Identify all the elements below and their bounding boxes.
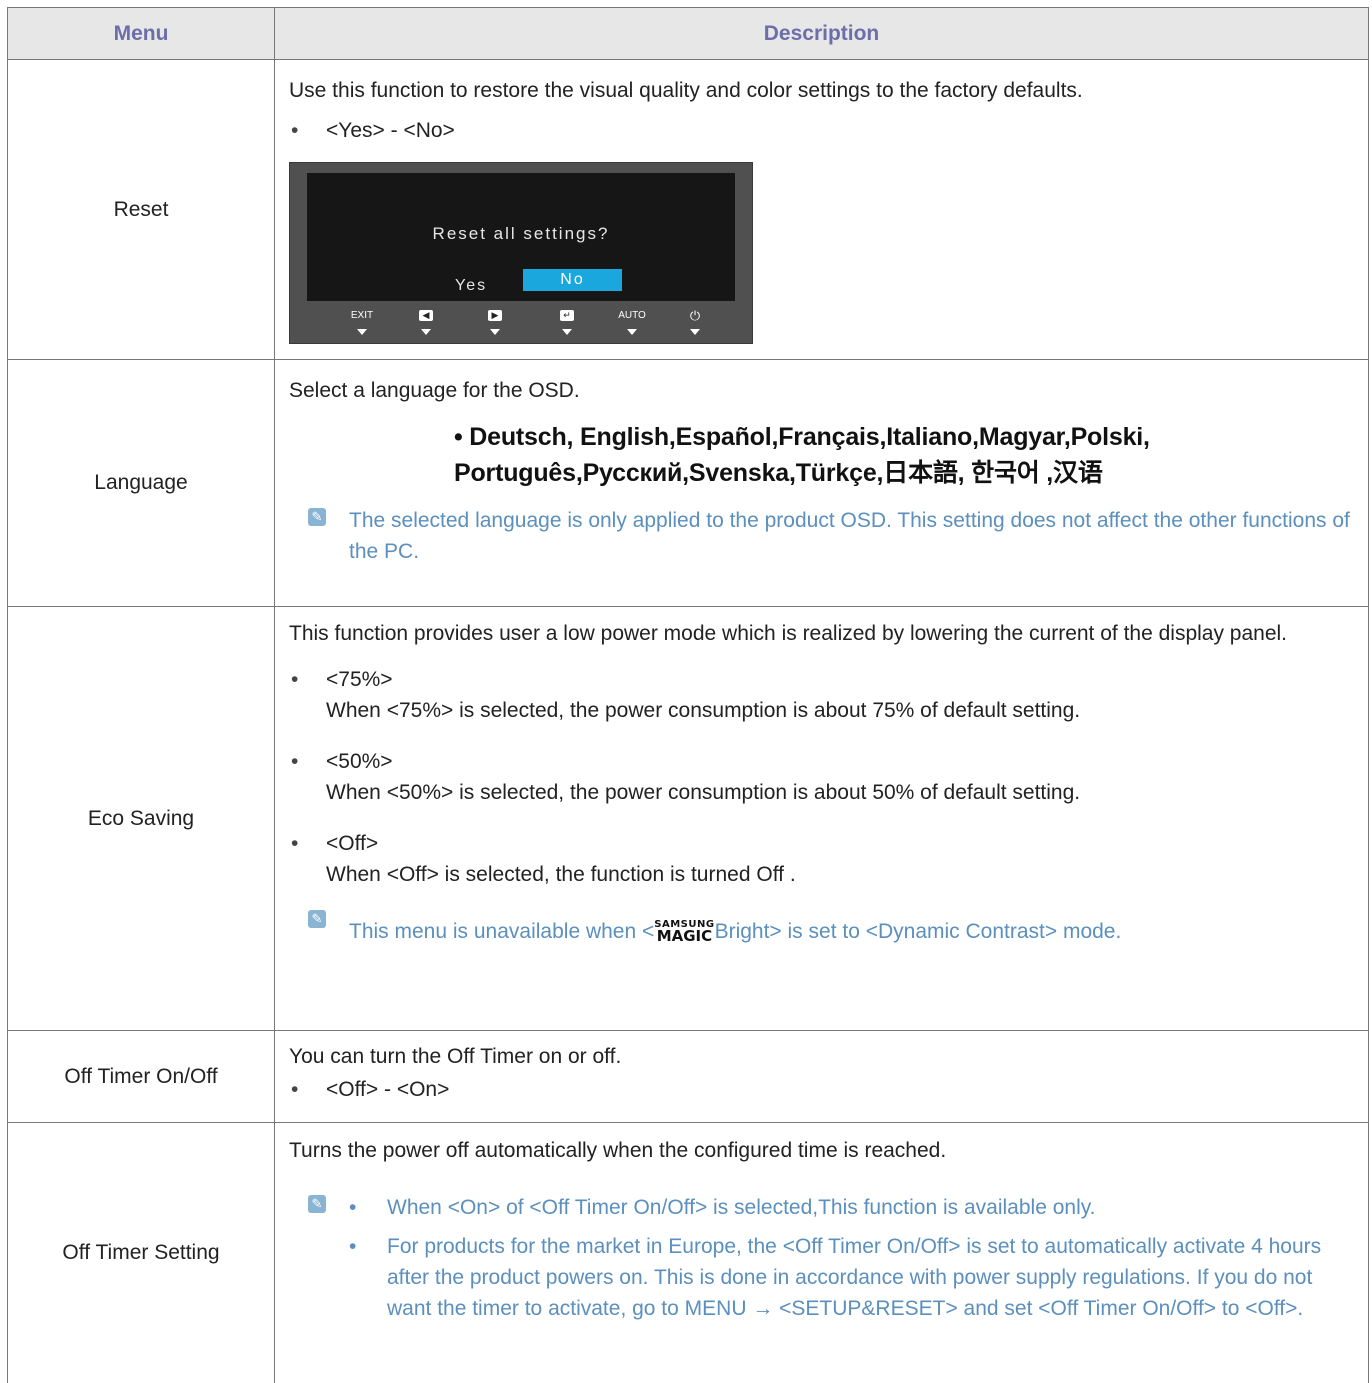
osd-enter-button: ↵: [547, 308, 587, 335]
header-menu: Menu: [7, 7, 275, 60]
menu-label-reset: Reset: [7, 59, 275, 360]
row-language: Language Select a language for the OSD. …: [7, 359, 1369, 607]
reset-osd-image: Reset all settings? Yes No EXIT ◀ ▶ ↵ AU…: [289, 162, 753, 344]
eco-item-desc: When <50%> is selected, the power consum…: [326, 781, 1081, 804]
desc-off-timer-onoff: You can turn the Off Timer on or off. <O…: [274, 1030, 1369, 1123]
menu-table: Menu Description Reset Use this function…: [7, 7, 1369, 1383]
desc-reset: Use this function to restore the visual …: [274, 59, 1369, 360]
reset-text: Use this function to restore the visual …: [289, 79, 1083, 102]
eco-item-title: <50%>: [326, 750, 393, 773]
list-item: When <On> of <Off Timer On/Off> is selec…: [349, 1192, 1360, 1223]
eco-item-off: <Off> When <Off> is selected, the functi…: [289, 828, 1360, 890]
osd-yes: Yes: [455, 277, 488, 294]
osd-right-button: ▶: [475, 308, 515, 335]
language-list-image: • Deutsch, English,Español,Français,Ital…: [454, 419, 1360, 491]
timer-setting-note-list: When <On> of <Off Timer On/Off> is selec…: [349, 1192, 1360, 1324]
osd-left-button: ◀: [406, 308, 446, 335]
osd-question: Reset all settings?: [432, 224, 610, 243]
timer-setting-note: ✎ When <On> of <Off Timer On/Off> is sel…: [289, 1192, 1360, 1324]
menu-label-off-timer-setting: Off Timer Setting: [7, 1122, 275, 1383]
timer-onoff-options: <Off> - <On>: [289, 1074, 1360, 1105]
eco-note: ✎ This menu is unavailable when < SAMSUNG…: [289, 910, 1360, 947]
osd-screen: Reset all settings? Yes No: [307, 173, 735, 301]
osd-auto-button: AUTO: [612, 308, 652, 335]
power-icon: ⏻: [689, 308, 701, 323]
eco-item-title: <75%>: [326, 668, 393, 691]
language-list-line2: Português,Русский,Svenska,Türkçe,日本語, 한국…: [454, 459, 1103, 487]
reset-options: <Yes> - <No>: [289, 115, 1360, 146]
desc-language: Select a language for the OSD. • Deutsch…: [274, 359, 1369, 607]
right-arrow-icon: ▶: [488, 309, 502, 321]
eco-item-50: <50%> When <50%> is selected, the power …: [289, 746, 1360, 808]
menu-label-off-timer-onoff: Off Timer On/Off: [7, 1030, 275, 1123]
language-list-line1: • Deutsch, English,Español,Français,Ital…: [454, 423, 1150, 451]
osd-button-bar: EXIT ◀ ▶ ↵ AUTO ⏻: [290, 308, 752, 340]
osd-no-selected: No: [523, 269, 622, 291]
note-icon: ✎: [308, 910, 326, 928]
osd-power-button: ⏻: [675, 308, 715, 335]
row-off-timer-setting: Off Timer Setting Turns the power off au…: [7, 1122, 1369, 1383]
eco-item-title: <Off>: [326, 832, 379, 855]
desc-eco-saving: This function provides user a low power …: [274, 606, 1369, 1031]
menu-label-eco-saving: Eco Saving: [7, 606, 275, 1031]
menu-label-language: Language: [7, 359, 275, 607]
table-header: Menu Description: [7, 7, 1369, 60]
eco-text: This function provides user a low power …: [289, 622, 1288, 645]
timer-setting-text: Turns the power off automatically when t…: [289, 1139, 947, 1162]
language-note-text: The selected language is only applied to…: [349, 509, 1350, 563]
samsung-magic-logo: SAMSUNG MAGIC: [654, 919, 715, 945]
language-note: ✎ The selected language is only applied …: [289, 505, 1360, 567]
row-off-timer-onoff: Off Timer On/Off You can turn the Off Ti…: [7, 1030, 1369, 1123]
desc-off-timer-setting: Turns the power off automatically when t…: [274, 1122, 1369, 1383]
list-item: For products for the market in Europe, t…: [349, 1231, 1360, 1324]
note-icon: ✎: [308, 508, 326, 526]
note-icon: ✎: [308, 1195, 326, 1213]
timer-onoff-text: You can turn the Off Timer on or off.: [289, 1045, 622, 1068]
eco-item-desc: When <Off> is selected, the function is …: [326, 863, 796, 886]
language-text: Select a language for the OSD.: [289, 379, 580, 402]
header-description: Description: [274, 7, 1369, 60]
eco-item-desc: When <75%> is selected, the power consum…: [326, 699, 1081, 722]
eco-item-75: <75%> When <75%> is selected, the power …: [289, 664, 1360, 726]
enter-icon: ↵: [560, 309, 574, 321]
osd-exit-button: EXIT: [342, 308, 382, 335]
row-eco-saving: Eco Saving This function provides user a…: [7, 606, 1369, 1031]
left-arrow-icon: ◀: [419, 309, 433, 321]
row-reset: Reset Use this function to restore the v…: [7, 59, 1369, 360]
